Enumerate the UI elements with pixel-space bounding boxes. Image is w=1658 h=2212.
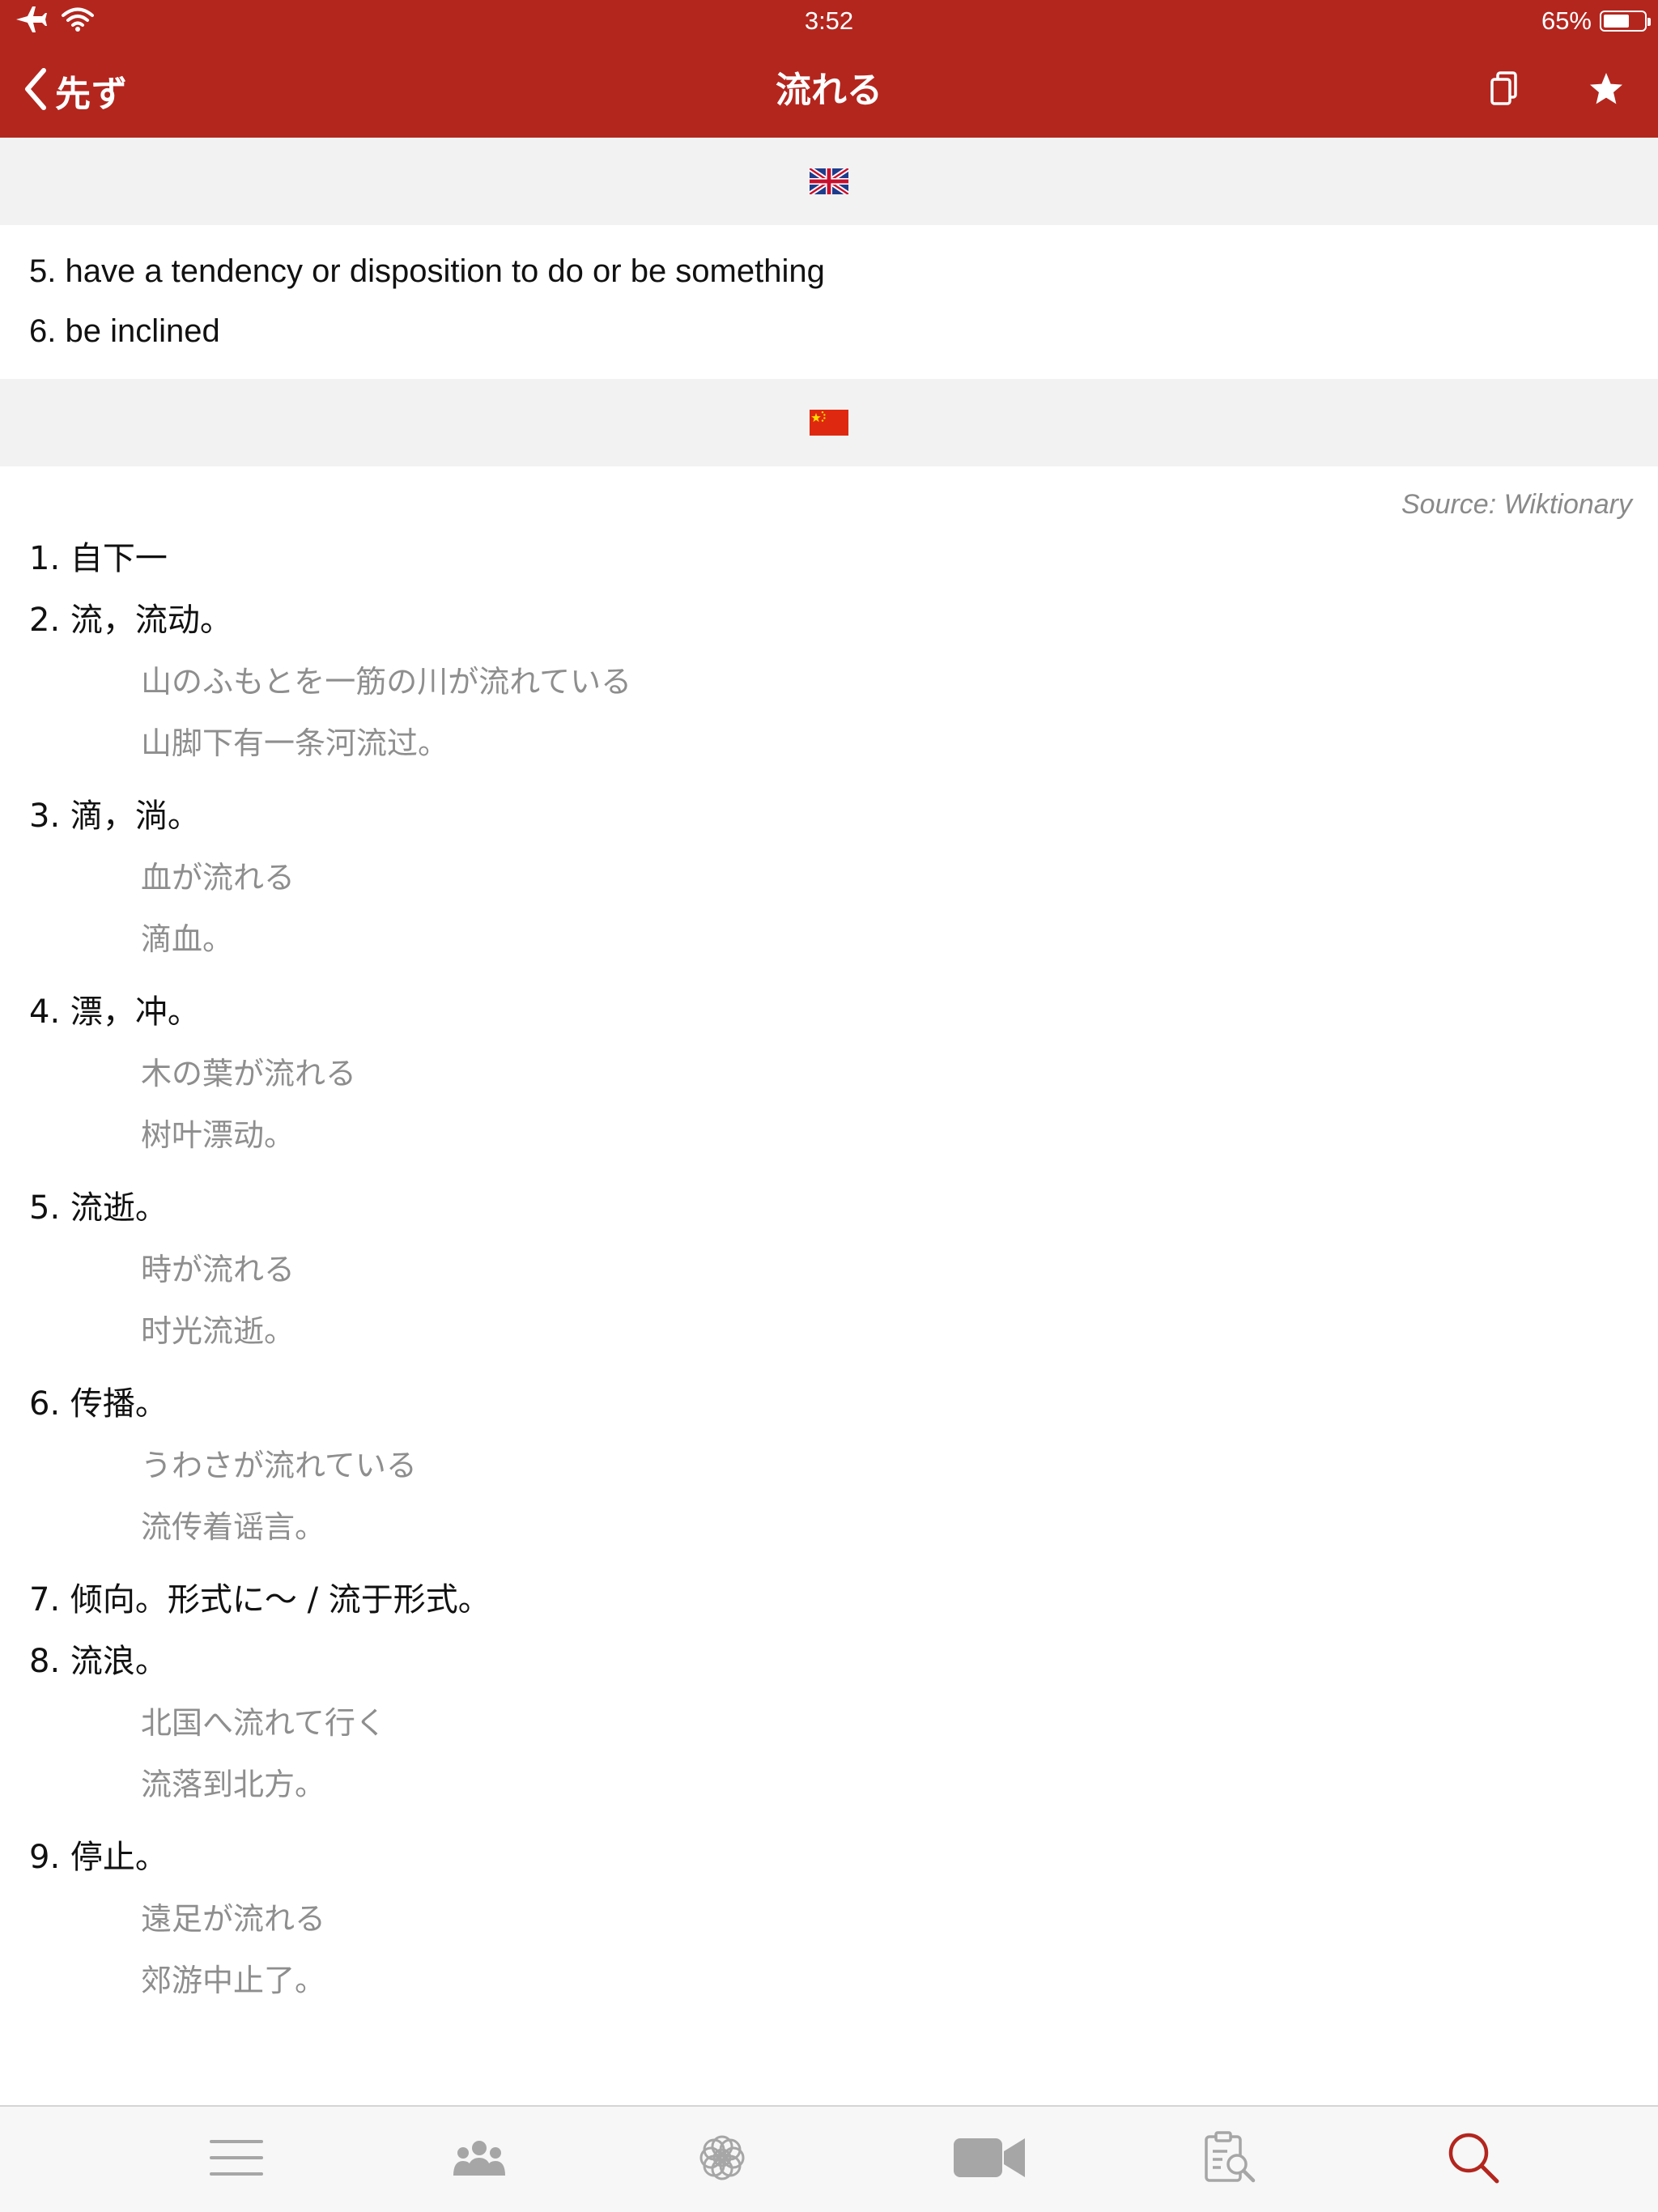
battery-icon [1600,11,1651,32]
sense-heading: 5. 流逝。 [29,1189,168,1227]
english-definition: 5. have a tendency or disposition to do … [29,253,825,289]
back-label: 先ず [55,74,128,115]
menu-icon [208,2137,265,2182]
sense-heading: 3. 滴，淌。 [29,798,200,835]
example-chinese: 滴血。 [141,921,234,957]
star-icon [1588,71,1624,110]
status-time: 3:52 [804,6,854,35]
example-japanese: 山のふもとを一筋の川が流れている [141,664,632,700]
sense-item: 6. 传播。 うわさが流れている 流传着谣言。 [29,1373,1629,1558]
header: 3:52 65% 先ず 流れる [0,0,1658,138]
quiz-icon [1203,2130,1258,2189]
sense-heading: 1. 自下一 [29,540,168,577]
sense-item: 7. 倾向。形式に～ / 流于形式。 [29,1569,1629,1631]
tab-quiz[interactable] [1109,2107,1352,2212]
sense-item: 8. 流浪。 北国へ流れて行く 流落到北方。 [29,1631,1629,1815]
entry-content[interactable]: 5. have a tendency or disposition to do … [0,138,1658,2107]
example-chinese: 郊游中止了。 [141,1963,326,1998]
english-section-header [0,138,1658,225]
china-flag-icon [810,410,848,436]
example-japanese: 北国へ流れて行く [141,1705,386,1741]
english-definition: 6. be inclined [29,313,220,349]
uk-flag-icon [810,168,848,194]
video-icon [952,2135,1027,2184]
example-japanese: 血が流れる [141,860,295,895]
example-chinese: 流落到北方。 [141,1767,326,1802]
lotus-icon [695,2130,750,2189]
sense-item: 2. 流，流动。 山のふもとを一筋の川が流れている 山脚下有一条河流过。 [29,589,1629,774]
chinese-section-header [0,379,1658,466]
copy-icon [1490,71,1519,110]
nav-bar: 先ず 流れる [0,49,1658,133]
community-icon [451,2138,508,2180]
sense-heading: 2. 流，流动。 [29,602,232,639]
chinese-definitions: 1. 自下一 2. 流，流动。 山のふもとを一筋の川が流れている 山脚下有一条河… [0,525,1658,2011]
tab-bar [0,2105,1658,2212]
chevron-left-icon [23,67,47,114]
favorite-button[interactable] [1587,66,1626,115]
example-japanese: うわさが流れている [141,1448,417,1483]
example-japanese: 木の葉が流れる [141,1056,357,1091]
search-icon [1445,2129,1502,2189]
copy-button[interactable] [1485,66,1524,115]
example-chinese: 树叶漂动。 [141,1117,295,1153]
sense-item: 5. 流逝。 時が流れる 时光流逝。 [29,1177,1629,1362]
tab-community[interactable] [358,2107,601,2212]
battery-tip [1647,18,1651,26]
sense-heading: 6. 传播。 [29,1385,168,1423]
tab-search[interactable] [1352,2107,1595,2212]
sense-heading: 9. 停止。 [29,1839,168,1876]
tab-lotus[interactable] [601,2107,844,2212]
source-label: Source: Wiktionary [1401,489,1632,520]
sense-item: 3. 滴，淌。 血が流れる 滴血。 [29,785,1629,970]
battery-percent: 65% [1541,6,1592,35]
tab-video[interactable] [868,2107,1111,2212]
english-definitions: 5. have a tendency or disposition to do … [0,225,1658,379]
nav-actions [1485,66,1626,115]
sense-heading: 4. 漂，冲。 [29,993,200,1031]
example-japanese: 遠足が流れる [141,1901,326,1937]
back-button[interactable]: 先ず [23,65,128,117]
sense-heading: 8. 流浪。 [29,1643,168,1680]
example-chinese: 时光流逝。 [141,1313,295,1349]
page-title: 流れる [776,70,882,111]
sense-heading: 7. 倾向。形式に～ / 流于形式。 [29,1581,491,1619]
example-chinese: 流传着谣言。 [141,1509,326,1545]
battery-fill [1604,15,1629,28]
tab-menu[interactable] [115,2107,358,2212]
dictionary-app: 3:52 65% 先ず 流れる 5. have a tendency or di… [0,0,1658,2212]
example-japanese: 時が流れる [141,1252,295,1287]
status-right: 65% [1541,3,1651,39]
status-bar: 3:52 65% [0,0,1658,42]
example-chinese: 山脚下有一条河流过。 [141,725,449,761]
sense-item: 1. 自下一 [29,528,1629,589]
sense-item: 4. 漂，冲。 木の葉が流れる 树叶漂动。 [29,981,1629,1166]
sense-item: 9. 停止。 遠足が流れる 郊游中止了。 [29,1827,1629,2011]
